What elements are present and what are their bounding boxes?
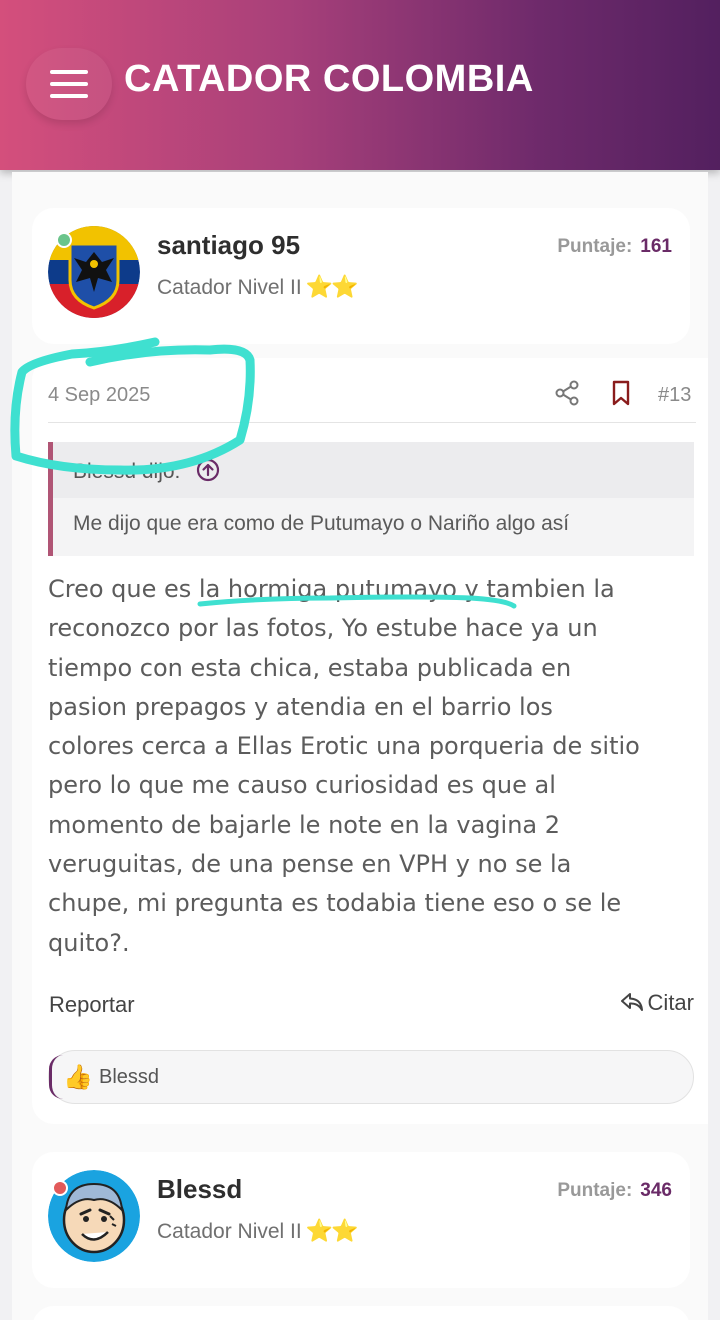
online-status-dot [56, 232, 72, 248]
menu-button[interactable] [26, 48, 112, 120]
app-header: CATADOR COLOMBIA [0, 0, 720, 170]
post-body-line: tiempo con esta chica, estaba publicada … [48, 653, 572, 682]
site-title[interactable]: CATADOR COLOMBIA [124, 58, 534, 101]
thumbs-up-icon: 👍 [63, 1063, 93, 1091]
post-body-line: colores cerca a Ellas Erotic una porquer… [48, 732, 640, 761]
post-author-card: Blessd Catador Nivel II ⭐⭐ Puntaje: 346 [32, 1152, 690, 1288]
hamburger-icon-bar [50, 82, 88, 86]
post-number[interactable]: #13 [658, 384, 691, 407]
score-value: 161 [640, 236, 672, 257]
score-label: Puntaje: [557, 1180, 633, 1201]
star-icon: ⭐⭐ [305, 1218, 359, 1243]
star-icon: ⭐⭐ [305, 274, 359, 299]
post-body-line: reconozco por las fotos, Yo estube hace … [48, 614, 598, 643]
divider [48, 422, 696, 423]
offline-status-dot [52, 1180, 68, 1196]
post-body-line: quito?. [48, 928, 130, 957]
post-body-line: momento de bajarle le note en la vagina … [48, 810, 561, 839]
reaction-user[interactable]: Blessd [99, 1066, 159, 1089]
user-level-text: Catador Nivel II [157, 1220, 302, 1243]
username[interactable]: Blessd [157, 1174, 242, 1205]
bookmark-icon[interactable] [610, 380, 632, 406]
user-level-text: Catador Nivel II [157, 276, 302, 299]
post-body: Creo que es la hormiga putumayo y tambie… [48, 570, 698, 963]
reply-icon [620, 993, 643, 1011]
share-icon[interactable] [554, 380, 580, 406]
quote-header: Blessd dijo: [53, 442, 694, 498]
score: Puntaje: 346 [557, 1180, 672, 1202]
quote-reply-label: Citar [647, 990, 694, 1015]
quote-block: Blessd dijo: Me dijo que era como de Put… [48, 442, 694, 556]
quote-text: Me dijo que era como de Putumayo o Nariñ… [73, 512, 570, 535]
post-body-line: pasion prepagos y atendia en el barrio l… [48, 692, 553, 721]
post-body-line: Creo que es la hormiga putumayo y tambie… [48, 575, 615, 603]
post-body-line: pero lo que me causo curiosidad es que a… [48, 771, 556, 800]
score: Puntaje: 161 [557, 236, 672, 258]
quote-reply-button[interactable]: Citar [620, 990, 694, 1016]
user-level: Catador Nivel II ⭐⭐ [157, 1218, 359, 1244]
post-body-line: veruguitas, de una pense en VPH y no se … [48, 850, 572, 879]
post-date[interactable]: 4 Sep 2025 [48, 384, 150, 407]
post-body-line: chupe, mi pregunta es todabia tiene eso … [48, 889, 622, 918]
reactions-bar[interactable]: 👍 Blessd [48, 1050, 694, 1104]
quote-author: Blessd dijo: [73, 460, 181, 483]
post-author-card: santiago 95 Catador Nivel II ⭐⭐ Puntaje: 1… [32, 208, 690, 344]
post-card: 4 Sep 2025 #13 Blessd dijo: Me dijo que … [32, 358, 708, 1124]
hamburger-icon-bar [50, 70, 88, 74]
arrow-up-circle-icon[interactable] [196, 458, 220, 482]
score-value: 346 [640, 1180, 672, 1201]
report-link[interactable]: Reportar [49, 992, 135, 1018]
hamburger-icon-bar [50, 94, 88, 98]
reactions-accent [49, 1055, 63, 1099]
user-level: Catador Nivel II ⭐⭐ [157, 274, 359, 300]
username[interactable]: santiago 95 [157, 230, 300, 261]
next-post-card [32, 1306, 690, 1320]
score-label: Puntaje: [557, 236, 633, 257]
